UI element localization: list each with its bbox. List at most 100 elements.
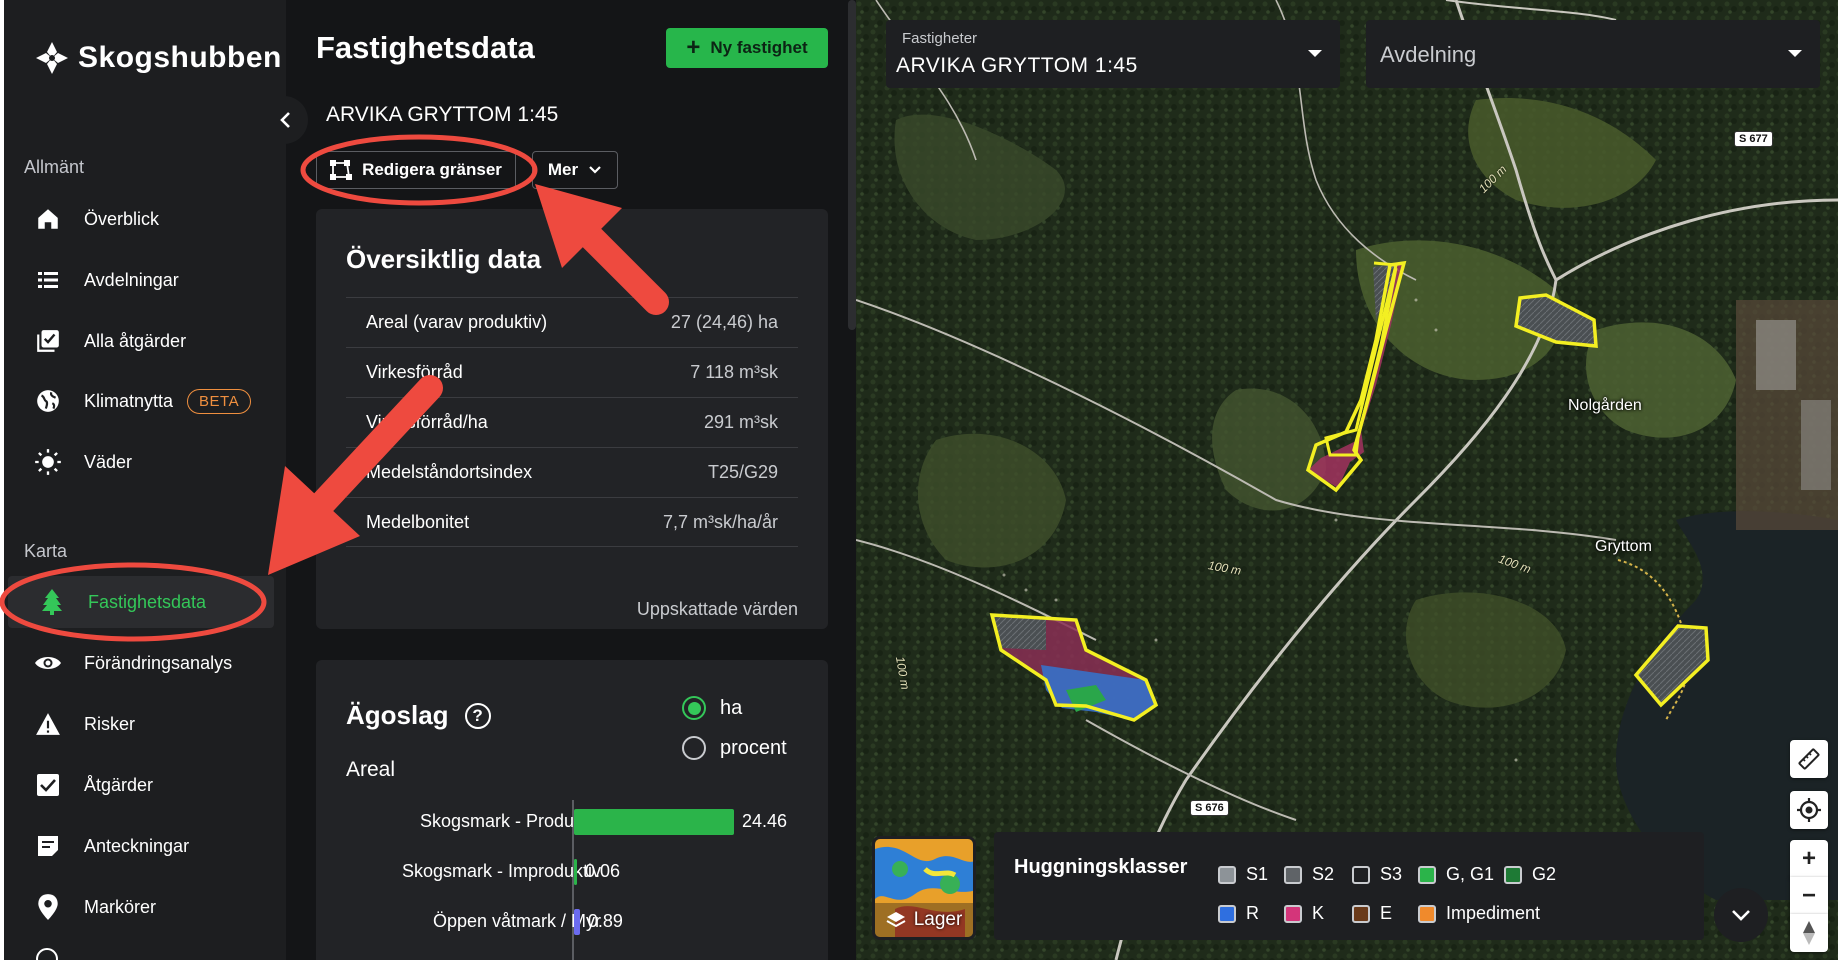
nav-item-actions[interactable]: Åtgärder [4,759,274,811]
legend-label: S1 [1246,864,1269,884]
overview-card: Översiktlig data Areal (varav produktiv)… [316,209,828,629]
pin-icon [34,893,62,921]
property-select[interactable]: Fastigheter ARVIKA GRYTTOM 1:45 [886,20,1340,88]
data-row-volume: Virkesförråd 7 118 m³sk [346,347,798,397]
legend-label: G, G1 [1446,864,1495,884]
property-select-value: ARVIKA GRYTTOM 1:45 [896,54,1138,77]
plus-icon: + [686,34,701,61]
page-title: Fastighetsdata [316,30,535,65]
legend-swatch [1418,865,1436,884]
more-button[interactable]: Mer [532,151,618,189]
land-use-subtitle: Areal [346,758,396,781]
help-circle-icon[interactable]: ? [464,702,491,729]
app-logo[interactable]: Skogshubben [32,38,282,78]
bar-value: 0.89 [587,911,623,931]
nav-item-divisions[interactable]: Avdelningar [4,254,274,306]
list-icon [34,266,62,294]
app-name: Skogshubben [78,41,282,74]
data-label: Virkesförråd/ha [366,412,488,432]
legend-item[interactable]: S3 [1352,864,1402,885]
nav-item-property-data[interactable]: Fastighetsdata [8,576,274,628]
nav-label: Väder [84,451,133,472]
legend-swatch [1352,904,1370,923]
section-title-map: Karta [24,541,68,561]
nav-item-climate[interactable]: Klimatnytta BETA [4,375,274,427]
legend-item[interactable]: G, G1 [1418,864,1494,885]
edit-boundaries-button[interactable]: Redigera gränser [316,151,516,189]
plus-icon: + [1801,845,1816,872]
legend-swatch [1418,904,1436,923]
nav-item-weather[interactable]: Väder [4,436,274,488]
legend-swatch [1352,865,1370,884]
nav-item-change-analysis[interactable]: Förändringsanalys [4,637,274,689]
new-property-button[interactable]: + Ny fastighet [666,28,828,68]
nav-label: Fastighetsdata [88,591,207,612]
zoom-in-button[interactable]: + [1790,840,1828,878]
nav-label: Risker [84,713,136,734]
sidebar: Skogshubben Allmänt Överblick Avdelninga… [4,0,286,960]
legend-label: Impediment [1446,903,1541,923]
legend-swatch [1284,904,1302,923]
layers-button[interactable]: Lager [872,836,976,940]
legend-item[interactable]: G2 [1504,864,1556,885]
division-select[interactable]: Avdelning [1366,20,1820,88]
nav-label: Avdelningar [84,269,179,290]
layers-icon [886,912,906,928]
measure-tool-button[interactable] [1790,740,1828,778]
chevron-down-icon [589,166,601,174]
unit-radio-ha[interactable]: ha [682,696,742,720]
nav-item-markers[interactable]: Markörer [4,881,274,933]
zoom-out-button[interactable]: − [1790,877,1828,915]
crosshair-icon [1797,798,1821,822]
radio-label: procent [720,736,787,759]
legend-label: S3 [1380,864,1403,884]
bar-value: 0.06 [585,861,621,881]
minus-icon: − [1801,882,1816,909]
expand-legend-button[interactable] [1714,888,1768,942]
locate-button[interactable] [1790,791,1828,829]
sun-icon [34,448,62,476]
legend-item[interactable]: K [1284,903,1324,924]
checkbox-icon [34,771,62,799]
data-row-volume-per-ha: Virkesförråd/ha 291 m³sk [346,397,798,447]
radio-label: ha [720,696,743,719]
data-label: Areal (varav produktiv) [366,312,548,332]
nav-item-all-actions[interactable]: Alla åtgärder [4,315,274,367]
map-view[interactable]: Nolgården Gryttom S 677 S 676 100 m 100 … [856,0,1838,960]
property-name: ARVIKA GRYTTOM 1:45 [326,103,559,126]
division-select-placeholder: Avdelning [1380,42,1477,67]
legend-swatch [1218,904,1236,923]
bar [574,909,580,935]
search-icon[interactable] [36,948,58,960]
unit-radio-percent[interactable]: procent [682,736,787,760]
satellite-map[interactable] [856,0,1838,960]
property-select-label: Fastigheter [902,30,978,47]
logo-icon [36,42,68,74]
nav-item-overview[interactable]: Överblick [4,193,274,245]
nav-label: Alla åtgärder [84,330,187,351]
road-tag-s676: S 676 [1190,800,1229,816]
nav-item-notes[interactable]: Anteckningar [4,820,274,872]
legend-item[interactable]: S2 [1284,864,1334,885]
panel-scrollbar[interactable] [848,0,856,330]
legend-item[interactable]: S1 [1218,864,1268,885]
estimated-values-note: Uppskattade värden [636,599,798,619]
compass-button[interactable] [1790,914,1828,952]
nav-label: Förändringsanalys [84,652,233,673]
nav-label: Markörer [84,896,157,917]
legend-item[interactable]: Impediment [1418,903,1540,924]
data-label: Medelbonitet [366,511,470,532]
nav-label: Anteckningar [84,835,190,856]
chevron-down-icon [1732,910,1750,921]
data-value: 7,7 m³sk/ha/år [662,511,778,532]
legend-item[interactable]: R [1218,903,1259,924]
home-icon [34,205,62,233]
bar [574,809,734,835]
legend-label: K [1312,903,1325,923]
legend-title: Huggningsklasser [1014,856,1188,878]
beta-badge: BETA [187,388,252,414]
bar-label: Skogsmark - Improduktiv [401,861,601,881]
legend-item[interactable]: E [1352,903,1392,924]
nav-item-risks[interactable]: Risker [4,698,274,750]
nav-label: Överblick [84,208,160,229]
